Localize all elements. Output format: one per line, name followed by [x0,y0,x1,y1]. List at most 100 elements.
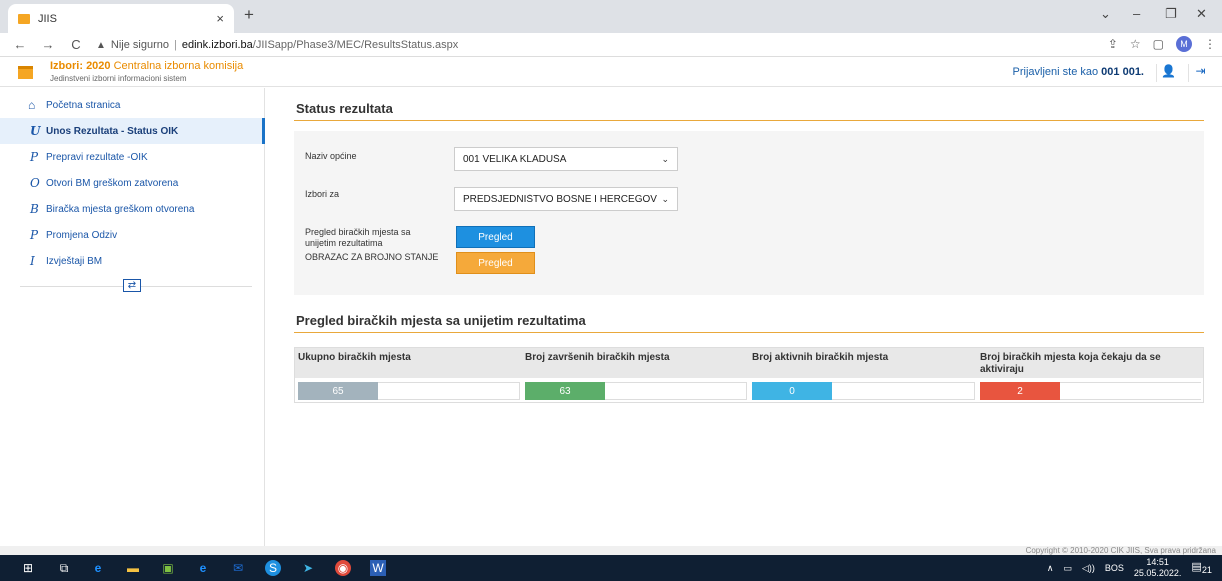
maximize-icon[interactable]: ❐ [1165,6,1177,22]
browser-toolbar: ← → C ▲ Nije sigurno | edink.izbori.ba /… [0,33,1222,57]
clock-time: 14:51 [1146,557,1169,567]
login-prefix: Prijavljeni ste kao [1012,66,1099,78]
word-icon[interactable]: W [370,560,386,576]
sidebar-item-prepravi-rezultate[interactable]: P Prepravi rezultate -OIK [0,144,265,170]
new-tab-button[interactable]: + [244,5,254,25]
insecure-label: Nije sigurno [110,39,169,51]
opcina-select[interactable]: 001 VELIKA KLADUŠA ⌄ [454,147,678,171]
sidebar-item-promjena-odziv[interactable]: P Promjena Odziv [0,222,265,248]
pregled-button[interactable]: Pregled [456,226,535,248]
tab-search-chevron-icon[interactable]: ⌄ [1100,6,1111,22]
notification-icon[interactable]: ▤21 [1191,560,1212,575]
url-path: /JIISapp/Phase3/MEC/ResultsStatus.aspx [252,39,459,51]
stat-aktivni-value: 0 [752,382,832,400]
sidebar-item-otvori-bm[interactable]: O Otvori BM greškom zatvorena [0,170,265,196]
opcina-select-value: 001 VELIKA KLADUŠA [463,153,567,165]
obrazac-label: OBRAZAC ZA BROJNO STANJE [305,252,439,262]
opcina-label: Naziv općine [305,151,357,161]
sidebar-item-biracka-mjesta[interactable]: B Biračka mjesta greškom otvorena [0,196,265,222]
forward-arrow-icon[interactable]: → [40,37,56,52]
app-arrow-icon[interactable]: ➤ [300,560,316,576]
sidebar-item-unos-rezultata[interactable]: U Unos Rezultata - Status OIK [0,118,265,144]
overview-title: Pregled biračkih mjesta sa unijetim rezu… [296,313,586,328]
outlook-icon[interactable]: ✉ [230,560,246,576]
login-user: 001 001. [1101,66,1144,78]
notification-count: 21 [1201,565,1212,576]
address-input[interactable]: ▲ Nije sigurno | edink.izbori.ba /JIISap… [96,36,1096,54]
skype-icon[interactable]: S [265,560,281,576]
warning-icon: ▲ [96,39,106,51]
status-title-divider [294,120,1204,121]
title-org: Centralna izborna komisija [113,60,244,72]
ballot-box-logo-icon [18,66,33,79]
stat-zavrseni-value: 63 [525,382,605,400]
sidebar-item-label: Prepravi rezultate -OIK [46,151,148,163]
izbori-select[interactable]: PREDSJEDNIŠTVO BOSNE I HERCEGOVINE ⌄ [454,187,678,211]
logout-icon[interactable]: ⇥ [1188,64,1212,82]
network-icon[interactable]: ▭ [1063,563,1072,574]
sidebar-item-label: Otvori BM greškom zatvorena [46,177,179,189]
browser-tab[interactable]: JIIS × [8,4,234,33]
reload-icon[interactable]: C [68,37,84,52]
copyright-text: Copyright © 2010-2020 CIK JIIS, Sva prav… [1025,546,1216,555]
menu-letter-icon: O [30,176,40,190]
user-icon[interactable]: 👤 [1156,64,1180,82]
site-favicon-icon [18,13,30,24]
pregled-label-line-2: unijetim rezultatima [305,238,383,248]
chrome-icon[interactable]: ◉ [335,560,351,576]
url-host: edink.izbori.ba [181,39,253,51]
menu-letter-icon: B [30,202,39,216]
login-info: Prijavljeni ste kao 001 001. [1013,66,1144,78]
stat-cekaju-value: 2 [980,382,1060,400]
taskbar-clock[interactable]: 14:51 25.05.2022. [1134,557,1182,579]
sidebar-item-izvjestaji-bm[interactable]: I Izvještaji BM [0,248,265,274]
edge-legacy-icon[interactable]: e [90,560,106,576]
internet-explorer-icon[interactable]: e [195,560,211,576]
stat-aktivni-cell [832,382,975,400]
sidebar: ⌂ Početna stranica U Unos Rezultata - St… [0,88,265,546]
sidebar-item-label: Unos Rezultata - Status OIK [46,125,179,137]
language-indicator[interactable]: BOS [1105,563,1124,573]
stat-ukupno-cell [378,382,520,400]
page-footer: Copyright © 2010-2020 CIK JIIS, Sva prav… [0,546,1222,555]
share-icon[interactable]: ⇪ [1108,37,1118,51]
browser-tab-bar: JIIS × + ⌄ – ❐ ✕ [0,0,1222,33]
status-title: Status rezultata [296,101,393,116]
stats-header-row: Ukupno biračkih mjesta Broj završenih bi… [295,348,1203,378]
izbori-label: Izbori za [305,189,340,199]
side-panel-icon[interactable]: ▢ [1153,37,1164,51]
overview-title-divider [294,332,1204,333]
sidebar-item-label: Početna stranica [46,99,121,111]
url-separator: | [174,39,177,51]
sidebar-item-label: Promjena Odziv [46,229,118,241]
col-header-zavrseni: Broj završenih biračkih mjesta [525,352,670,363]
stats-table: Ukupno biračkih mjesta Broj završenih bi… [294,347,1204,403]
volume-icon[interactable]: ◁)) [1082,563,1095,574]
back-arrow-icon[interactable]: ← [12,37,28,52]
menu-letter-icon: P [30,228,39,242]
system-tray: ∧ ▭ ◁)) BOS 14:51 25.05.2022. ▤21 [1047,557,1212,579]
col-header-ukupno: Ukupno biračkih mjesta [298,352,411,363]
col-header-aktivni: Broj aktivnih biračkih mjesta [752,352,889,363]
profile-avatar[interactable]: M [1176,36,1192,52]
tab-close-icon[interactable]: × [216,11,224,26]
menu-letter-icon: P [30,150,39,164]
stat-cekaju-cell [1060,382,1201,400]
window-close-icon[interactable]: ✕ [1196,6,1207,22]
obrazac-pregled-button[interactable]: Pregled [456,252,535,274]
store-icon[interactable]: ▣ [160,560,176,576]
sidebar-toggle-icon[interactable]: ⇄ [123,279,141,292]
file-explorer-icon[interactable]: ▬ [125,560,141,576]
title-year: 2020 [86,60,111,72]
col-header-cekaju-line-1: Broj biračkih mjesta koja čekaju da se [980,352,1161,363]
tray-chevron-up-icon[interactable]: ∧ [1047,563,1054,574]
windows-start-icon[interactable]: ⊞ [20,560,36,576]
filter-panel: Naziv općine 001 VELIKA KLADUŠA ⌄ Izbori… [294,131,1204,295]
menu-kebab-icon[interactable]: ⋮ [1204,37,1216,51]
minimize-icon[interactable]: – [1133,6,1140,21]
bookmark-star-icon[interactable]: ☆ [1130,37,1141,51]
chevron-down-icon: ⌄ [661,193,669,204]
app-title: Izbori: 2020 Centralna izborna komisija [50,60,243,72]
sidebar-item-home[interactable]: ⌂ Početna stranica [0,92,265,118]
task-view-icon[interactable]: ⧉ [56,560,72,576]
